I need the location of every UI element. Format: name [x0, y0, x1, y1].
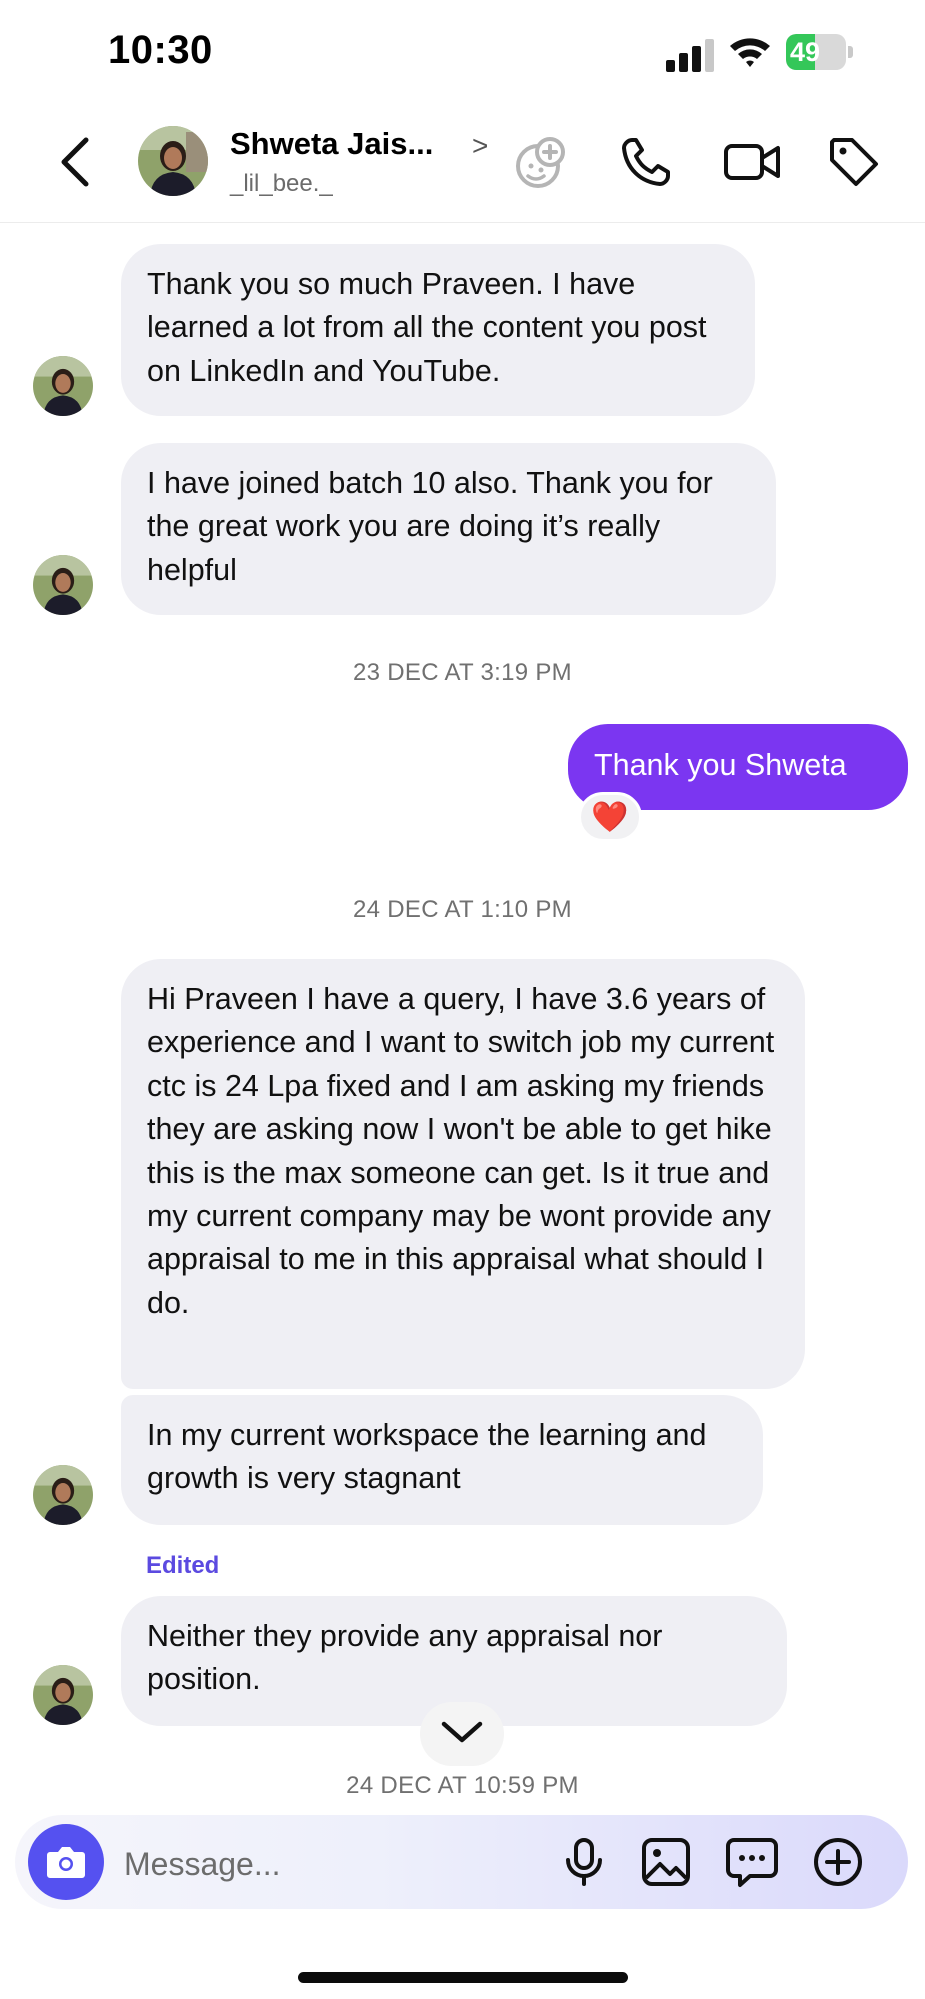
status-time: 10:30 — [108, 28, 213, 72]
back-chevron-icon[interactable] — [56, 136, 96, 188]
gallery-icon[interactable] — [638, 1834, 694, 1890]
received-message[interactable]: In my current workspace the learning and… — [121, 1395, 763, 1525]
heart-reaction-icon[interactable]: ❤️ — [578, 792, 642, 842]
camera-icon — [47, 1847, 85, 1878]
timestamp: 24 DEC AT 10:59 PM — [346, 1772, 579, 1799]
received-message[interactable]: Thank you so much Praveen. I have learne… — [121, 244, 755, 416]
sender-avatar[interactable] — [33, 356, 93, 416]
effects-icon[interactable] — [514, 134, 570, 190]
received-message[interactable]: Hi Praveen I have a query, I have 3.6 ye… — [121, 959, 805, 1389]
tag-icon[interactable] — [826, 134, 882, 190]
chat-bubble-icon[interactable] — [724, 1834, 780, 1890]
header-divider — [0, 222, 925, 223]
profile-chevron-icon[interactable]: > — [472, 130, 488, 162]
home-indicator — [298, 1972, 628, 1983]
avatar[interactable] — [138, 126, 208, 196]
message-input[interactable] — [122, 1840, 546, 1888]
add-icon[interactable] — [810, 1834, 866, 1890]
camera-button[interactable] — [28, 1824, 104, 1900]
timestamp: 23 DEC AT 3:19 PM — [353, 659, 572, 686]
timestamp: 24 DEC AT 1:10 PM — [353, 896, 572, 923]
chevron-down-icon — [441, 1721, 483, 1743]
phone-icon[interactable] — [618, 134, 674, 190]
contact-username[interactable]: _lil_bee._ — [230, 170, 333, 198]
wifi-icon — [730, 38, 770, 67]
battery-indicator: 49 — [786, 34, 854, 70]
sender-avatar[interactable] — [33, 1465, 93, 1525]
sender-avatar[interactable] — [33, 1665, 93, 1725]
microphone-icon[interactable] — [556, 1834, 612, 1890]
sender-avatar[interactable] — [33, 555, 93, 615]
cellular-signal-icon — [666, 39, 714, 72]
received-message[interactable]: I have joined batch 10 also. Thank you f… — [121, 443, 776, 615]
contact-name[interactable]: Shweta Jais... — [230, 126, 433, 162]
edited-label: Edited — [146, 1552, 220, 1579]
scroll-down-button[interactable] — [420, 1702, 504, 1766]
battery-percentage: 49 — [790, 37, 821, 67]
video-icon[interactable] — [722, 134, 782, 190]
